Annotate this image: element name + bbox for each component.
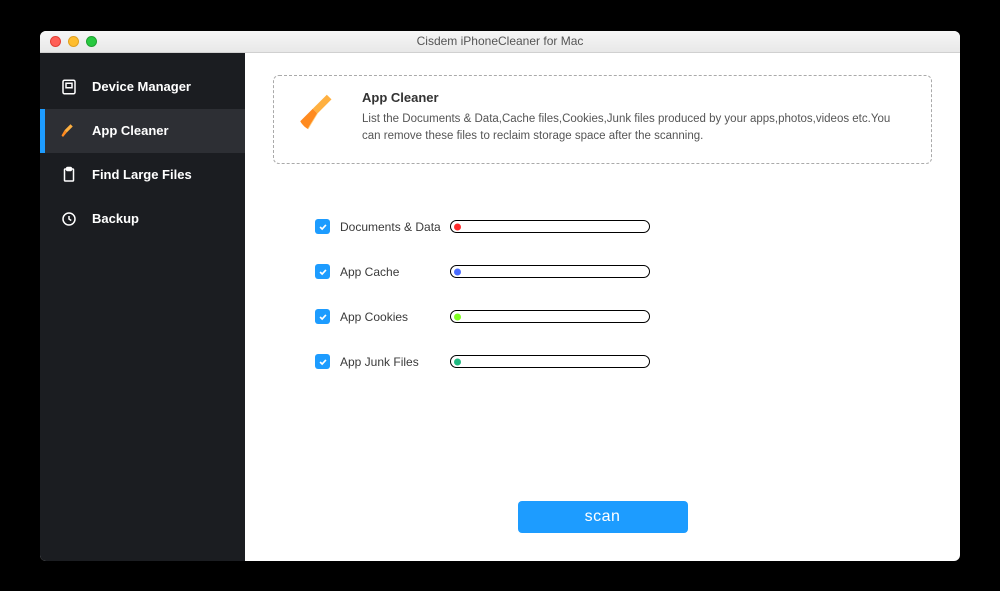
sidebar-item-app-cleaner[interactable]: App Cleaner — [40, 109, 245, 153]
progress-bar-documents-data — [450, 220, 650, 233]
sidebar-item-find-large-files[interactable]: Find Large Files — [40, 153, 245, 197]
progress-dot — [454, 358, 461, 365]
info-text: App Cleaner List the Documents & Data,Ca… — [362, 90, 911, 146]
progress-bar-app-junk-files — [450, 355, 650, 368]
sidebar-item-label: Backup — [92, 211, 139, 226]
option-label: Documents & Data — [340, 220, 450, 234]
traffic-lights — [50, 36, 97, 47]
broom-icon — [60, 122, 78, 140]
sidebar-item-label: Find Large Files — [92, 167, 192, 182]
close-window-button[interactable] — [50, 36, 61, 47]
info-description: List the Documents & Data,Cache files,Co… — [362, 111, 911, 146]
titlebar: Cisdem iPhoneCleaner for Mac — [40, 31, 960, 53]
progress-dot — [454, 313, 461, 320]
scan-options: Documents & Data App Cache — [315, 219, 932, 369]
option-label: App Cookies — [340, 310, 450, 324]
action-row: scan — [273, 501, 932, 543]
main-panel: App Cleaner List the Documents & Data,Ca… — [245, 53, 960, 561]
checkbox-app-cache[interactable] — [315, 264, 330, 279]
sidebar-item-label: Device Manager — [92, 79, 191, 94]
sidebar-item-device-manager[interactable]: Device Manager — [40, 65, 245, 109]
sidebar-item-backup[interactable]: Backup — [40, 197, 245, 241]
clipboard-icon — [60, 166, 78, 184]
progress-bar-app-cookies — [450, 310, 650, 323]
broom-illustration-icon — [294, 90, 344, 140]
sidebar: Device Manager App Cleaner Find Large Fi… — [40, 53, 245, 561]
minimize-window-button[interactable] — [68, 36, 79, 47]
progress-dot — [454, 223, 461, 230]
checkbox-app-cookies[interactable] — [315, 309, 330, 324]
option-row-app-cookies: App Cookies — [315, 309, 932, 324]
window-body: Device Manager App Cleaner Find Large Fi… — [40, 53, 960, 561]
backup-icon — [60, 210, 78, 228]
option-row-app-cache: App Cache — [315, 264, 932, 279]
option-row-documents-data: Documents & Data — [315, 219, 932, 234]
info-title: App Cleaner — [362, 90, 911, 105]
checkbox-documents-data[interactable] — [315, 219, 330, 234]
option-label: App Junk Files — [340, 355, 450, 369]
sidebar-item-label: App Cleaner — [92, 123, 169, 138]
info-box: App Cleaner List the Documents & Data,Ca… — [273, 75, 932, 165]
option-label: App Cache — [340, 265, 450, 279]
device-icon — [60, 78, 78, 96]
scan-button[interactable]: scan — [518, 501, 688, 533]
option-row-app-junk-files: App Junk Files — [315, 354, 932, 369]
checkbox-app-junk-files[interactable] — [315, 354, 330, 369]
app-window: Cisdem iPhoneCleaner for Mac Device Mana… — [40, 31, 960, 561]
zoom-window-button[interactable] — [86, 36, 97, 47]
progress-dot — [454, 268, 461, 275]
window-title: Cisdem iPhoneCleaner for Mac — [40, 34, 960, 48]
progress-bar-app-cache — [450, 265, 650, 278]
